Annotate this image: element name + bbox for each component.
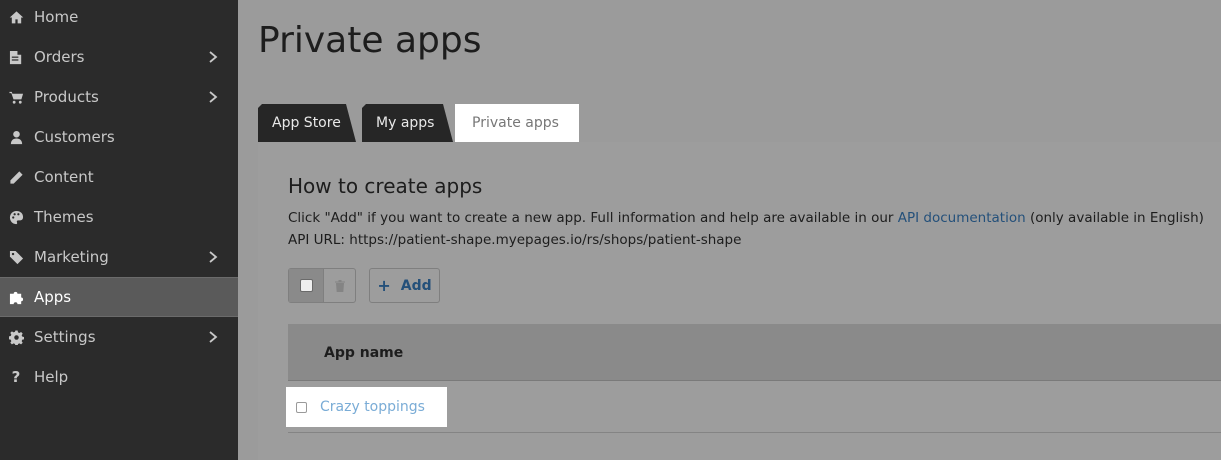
chevron-right-icon <box>207 91 219 103</box>
sidebar-item-apps[interactable]: Apps <box>0 277 238 317</box>
page-title: Private apps <box>258 20 482 61</box>
puzzle-icon <box>8 289 24 305</box>
info-prefix: Click "Add" if you want to create a new … <box>288 210 898 226</box>
sidebar-item-content[interactable]: Content <box>0 157 238 197</box>
tab-label: App Store <box>272 115 341 131</box>
gear-icon <box>8 329 24 345</box>
info-suffix: (only available in English) <box>1025 210 1204 226</box>
sidebar-item-label: Customers <box>34 128 115 146</box>
palette-icon <box>8 209 24 225</box>
row-divider <box>288 432 1221 433</box>
sidebar-item-label: Marketing <box>34 248 109 266</box>
sidebar-item-marketing[interactable]: Marketing <box>0 237 238 277</box>
sidebar-item-label: Products <box>34 88 99 106</box>
sidebar-item-help[interactable]: ? Help <box>0 357 238 397</box>
plus-icon: + <box>377 275 391 295</box>
sidebar: Home Orders Products Customers Content T… <box>0 0 238 460</box>
tab-my-apps[interactable]: My apps <box>362 104 453 142</box>
sidebar-item-label: Apps <box>34 288 72 306</box>
sidebar-item-customers[interactable]: Customers <box>0 117 238 157</box>
sidebar-item-label: Home <box>34 8 79 26</box>
sidebar-item-products[interactable]: Products <box>0 77 238 117</box>
tab-private-apps[interactable]: Private apps <box>455 104 579 142</box>
add-button-label: Add <box>400 277 432 294</box>
sidebar-item-label: Content <box>34 168 94 186</box>
select-all-checkbox[interactable] <box>299 279 313 292</box>
app-name-link[interactable]: Crazy toppings <box>320 399 425 415</box>
trash-icon <box>334 279 345 292</box>
sidebar-item-label: Help <box>34 368 69 386</box>
api-url-text: API URL: https://patient-shape.myepages.… <box>288 232 742 248</box>
tag-icon <box>8 249 24 265</box>
sidebar-item-orders[interactable]: Orders <box>0 37 238 77</box>
home-icon <box>8 9 24 25</box>
sidebar-item-themes[interactable]: Themes <box>0 197 238 237</box>
sidebar-item-label: Themes <box>34 208 94 226</box>
add-button[interactable]: + Add <box>369 268 440 303</box>
tab-app-store[interactable]: App Store <box>258 104 356 142</box>
chevron-right-icon <box>207 51 219 63</box>
chevron-right-icon <box>207 331 219 343</box>
cart-icon <box>8 89 24 105</box>
delete-button[interactable] <box>324 269 355 302</box>
section-heading: How to create apps <box>288 174 483 198</box>
question-icon: ? <box>11 368 21 386</box>
tab-label: My apps <box>376 115 435 131</box>
select-all-button[interactable] <box>289 269 324 302</box>
info-text: Click "Add" if you want to create a new … <box>288 210 1204 226</box>
user-icon <box>8 129 24 145</box>
column-header-app-name[interactable]: App name <box>324 345 403 361</box>
pencil-icon <box>8 169 24 185</box>
chevron-right-icon <box>207 251 219 263</box>
table-header: App name <box>288 324 1221 381</box>
orders-icon <box>8 49 24 65</box>
row-checkbox[interactable] <box>296 402 307 413</box>
sidebar-item-home[interactable]: Home <box>0 0 238 37</box>
api-documentation-link[interactable]: API documentation <box>898 210 1026 226</box>
sidebar-item-label: Settings <box>34 328 96 346</box>
sidebar-item-settings[interactable]: Settings <box>0 317 238 357</box>
tab-label: Private apps <box>472 115 559 131</box>
bulk-action-group <box>288 268 356 303</box>
sidebar-item-label: Orders <box>34 48 85 66</box>
